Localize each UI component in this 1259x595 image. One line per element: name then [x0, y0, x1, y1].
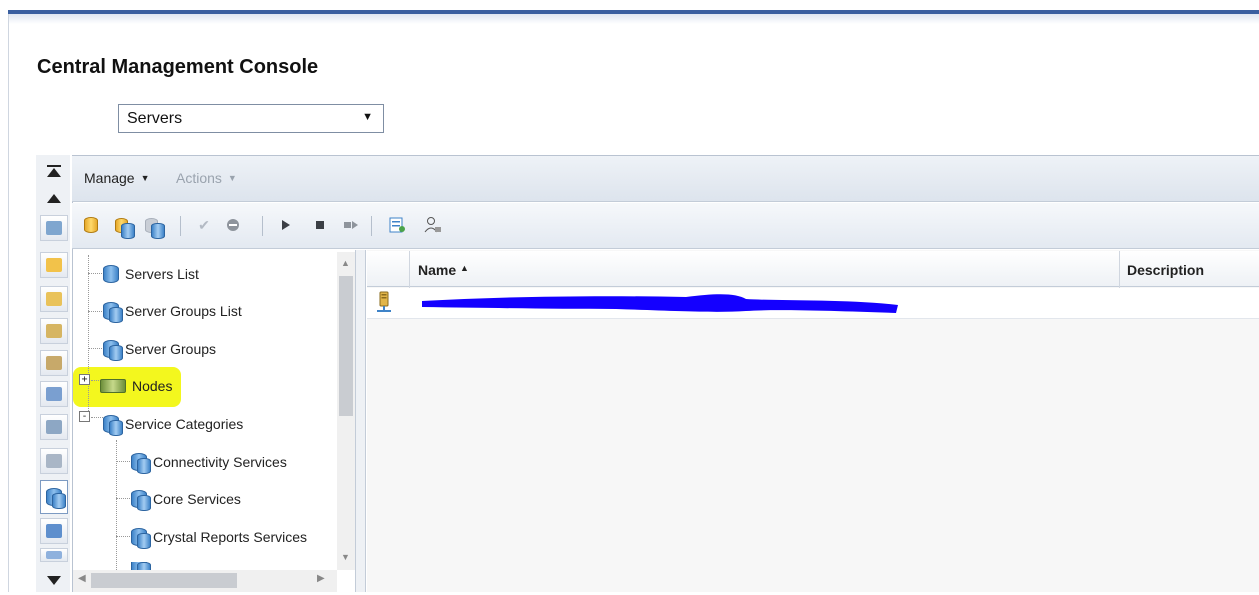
- tree-item-partial[interactable]: [131, 562, 153, 570]
- rail-inbox-icon[interactable]: [40, 318, 68, 344]
- disable-server-icon[interactable]: [222, 214, 244, 236]
- toolbar-separator: [180, 216, 181, 236]
- scroll-down-arrow-icon[interactable]: ▼: [341, 552, 350, 562]
- database-group-icon: [103, 340, 123, 361]
- tree-item-server-groups[interactable]: Server Groups: [103, 340, 217, 361]
- tree-item-servers-list[interactable]: Servers List: [103, 265, 199, 283]
- clone-server-icon[interactable]: [140, 214, 165, 239]
- scroll-right-arrow-icon[interactable]: ▶: [317, 573, 325, 584]
- toolbar-separator: [262, 216, 263, 236]
- rail-tools-icon[interactable]: [40, 215, 68, 241]
- tree-line: [116, 536, 130, 537]
- scroll-up-arrow-icon[interactable]: ▲: [341, 258, 350, 268]
- top-accent-shadow: [8, 14, 1259, 24]
- stop-server-icon[interactable]: [309, 214, 331, 236]
- restart-server-icon[interactable]: [340, 214, 362, 236]
- scrollbar-thumb[interactable]: [91, 573, 237, 588]
- scroll-up-icon[interactable]: [41, 184, 67, 214]
- manage-caret-icon: ▼: [140, 173, 150, 183]
- new-server-group-icon[interactable]: [110, 214, 135, 239]
- rail-network-icon[interactable]: [40, 518, 68, 544]
- tree-expander-service-categories[interactable]: -: [79, 411, 90, 422]
- database-group-icon: [131, 562, 151, 570]
- tree-item-label: Connectivity Services: [153, 454, 287, 470]
- sort-ascending-icon: ▲: [460, 263, 469, 273]
- tree-item-connectivity-services[interactable]: Connectivity Services: [131, 453, 287, 474]
- dropdown-arrow-icon: ▼: [362, 111, 373, 123]
- scroll-left-arrow-icon[interactable]: ◀: [78, 573, 86, 584]
- tree-horizontal-scrollbar[interactable]: ◀ ▶: [73, 570, 337, 592]
- servers-db-icon: [46, 488, 66, 509]
- toolbar: [72, 203, 1259, 249]
- manage-menu-label: Manage: [84, 170, 135, 186]
- navigation-dropdown-value: Servers: [127, 110, 183, 127]
- tree-item-core-services[interactable]: Core Services: [131, 490, 241, 511]
- tree-line: [88, 311, 102, 312]
- start-server-icon[interactable]: [274, 214, 296, 236]
- scrollbar-thumb[interactable]: [339, 276, 353, 416]
- tree-item-label: Nodes: [132, 378, 173, 394]
- column-header-name[interactable]: Name ▲: [418, 262, 469, 278]
- server-node-icon: [375, 291, 393, 315]
- rail-more-icon[interactable]: [40, 548, 68, 562]
- tree-line: [88, 273, 102, 274]
- user-security-icon[interactable]: [422, 214, 444, 236]
- tree-expander-nodes[interactable]: +: [79, 374, 90, 385]
- tree-item-label: Crystal Reports Services: [153, 529, 308, 545]
- database-icon: [103, 265, 119, 283]
- column-header-label: Name: [418, 262, 457, 278]
- toolbar-separator: [371, 216, 372, 236]
- actions-menu[interactable]: Actions ▼: [176, 170, 237, 186]
- grid-header: [367, 251, 1259, 287]
- page-title: Central Management Console: [37, 56, 319, 78]
- tree-line: [88, 348, 102, 349]
- tree-line: [88, 255, 89, 415]
- database-group-icon: [103, 415, 123, 436]
- database-group-icon: [103, 302, 123, 323]
- actions-menu-label: Actions: [176, 170, 222, 186]
- new-server-icon[interactable]: [80, 214, 102, 236]
- server-properties-icon[interactable]: [386, 214, 408, 236]
- tree-item-label: Service Categories: [125, 416, 244, 432]
- tree-vertical-scrollbar[interactable]: ▲ ▼: [337, 252, 355, 570]
- enable-server-icon[interactable]: ✔: [193, 214, 215, 236]
- tree-item-server-groups-list[interactable]: Server Groups List: [103, 302, 242, 323]
- scroll-down-icon[interactable]: [41, 565, 67, 595]
- scroll-to-top-icon[interactable]: [41, 157, 67, 187]
- rail-mail-icon[interactable]: [40, 448, 68, 474]
- rail-servers-icon[interactable]: [40, 480, 68, 514]
- redacted-server-name: [416, 291, 900, 317]
- tree-item-label: Servers List: [125, 266, 199, 282]
- rail-favorites-icon[interactable]: [40, 286, 68, 312]
- nodes-icon: [100, 379, 126, 393]
- tree-item-service-categories[interactable]: Service Categories: [103, 415, 244, 436]
- database-group-icon: [131, 453, 151, 474]
- tree-item-crystal-reports-services[interactable]: Crystal Reports Services: [131, 528, 308, 549]
- tree-line: [91, 417, 103, 418]
- rail-users-folder-icon[interactable]: [40, 350, 68, 376]
- tree-line: [116, 498, 130, 499]
- rail-folder-icon[interactable]: [40, 252, 68, 278]
- rail-user-settings-icon[interactable]: [40, 414, 68, 440]
- menu-bar: [72, 156, 1259, 202]
- tree-item-label: Core Services: [153, 491, 241, 507]
- navigation-dropdown[interactable]: Servers ▼: [118, 104, 384, 133]
- database-group-icon: [131, 528, 151, 549]
- manage-menu[interactable]: Manage ▼: [84, 170, 150, 186]
- column-header-description[interactable]: Description: [1127, 262, 1204, 278]
- actions-caret-icon: ▼: [227, 173, 237, 183]
- page-left-border: [8, 14, 9, 592]
- database-group-icon: [131, 490, 151, 511]
- tree-item-label: Server Groups List: [125, 303, 242, 319]
- rail-users-icon[interactable]: [40, 381, 68, 407]
- tree-item-nodes[interactable]: Nodes: [100, 378, 172, 394]
- tree-item-label: Server Groups: [125, 341, 217, 357]
- pane-splitter[interactable]: [355, 250, 366, 592]
- tree-line: [116, 461, 130, 462]
